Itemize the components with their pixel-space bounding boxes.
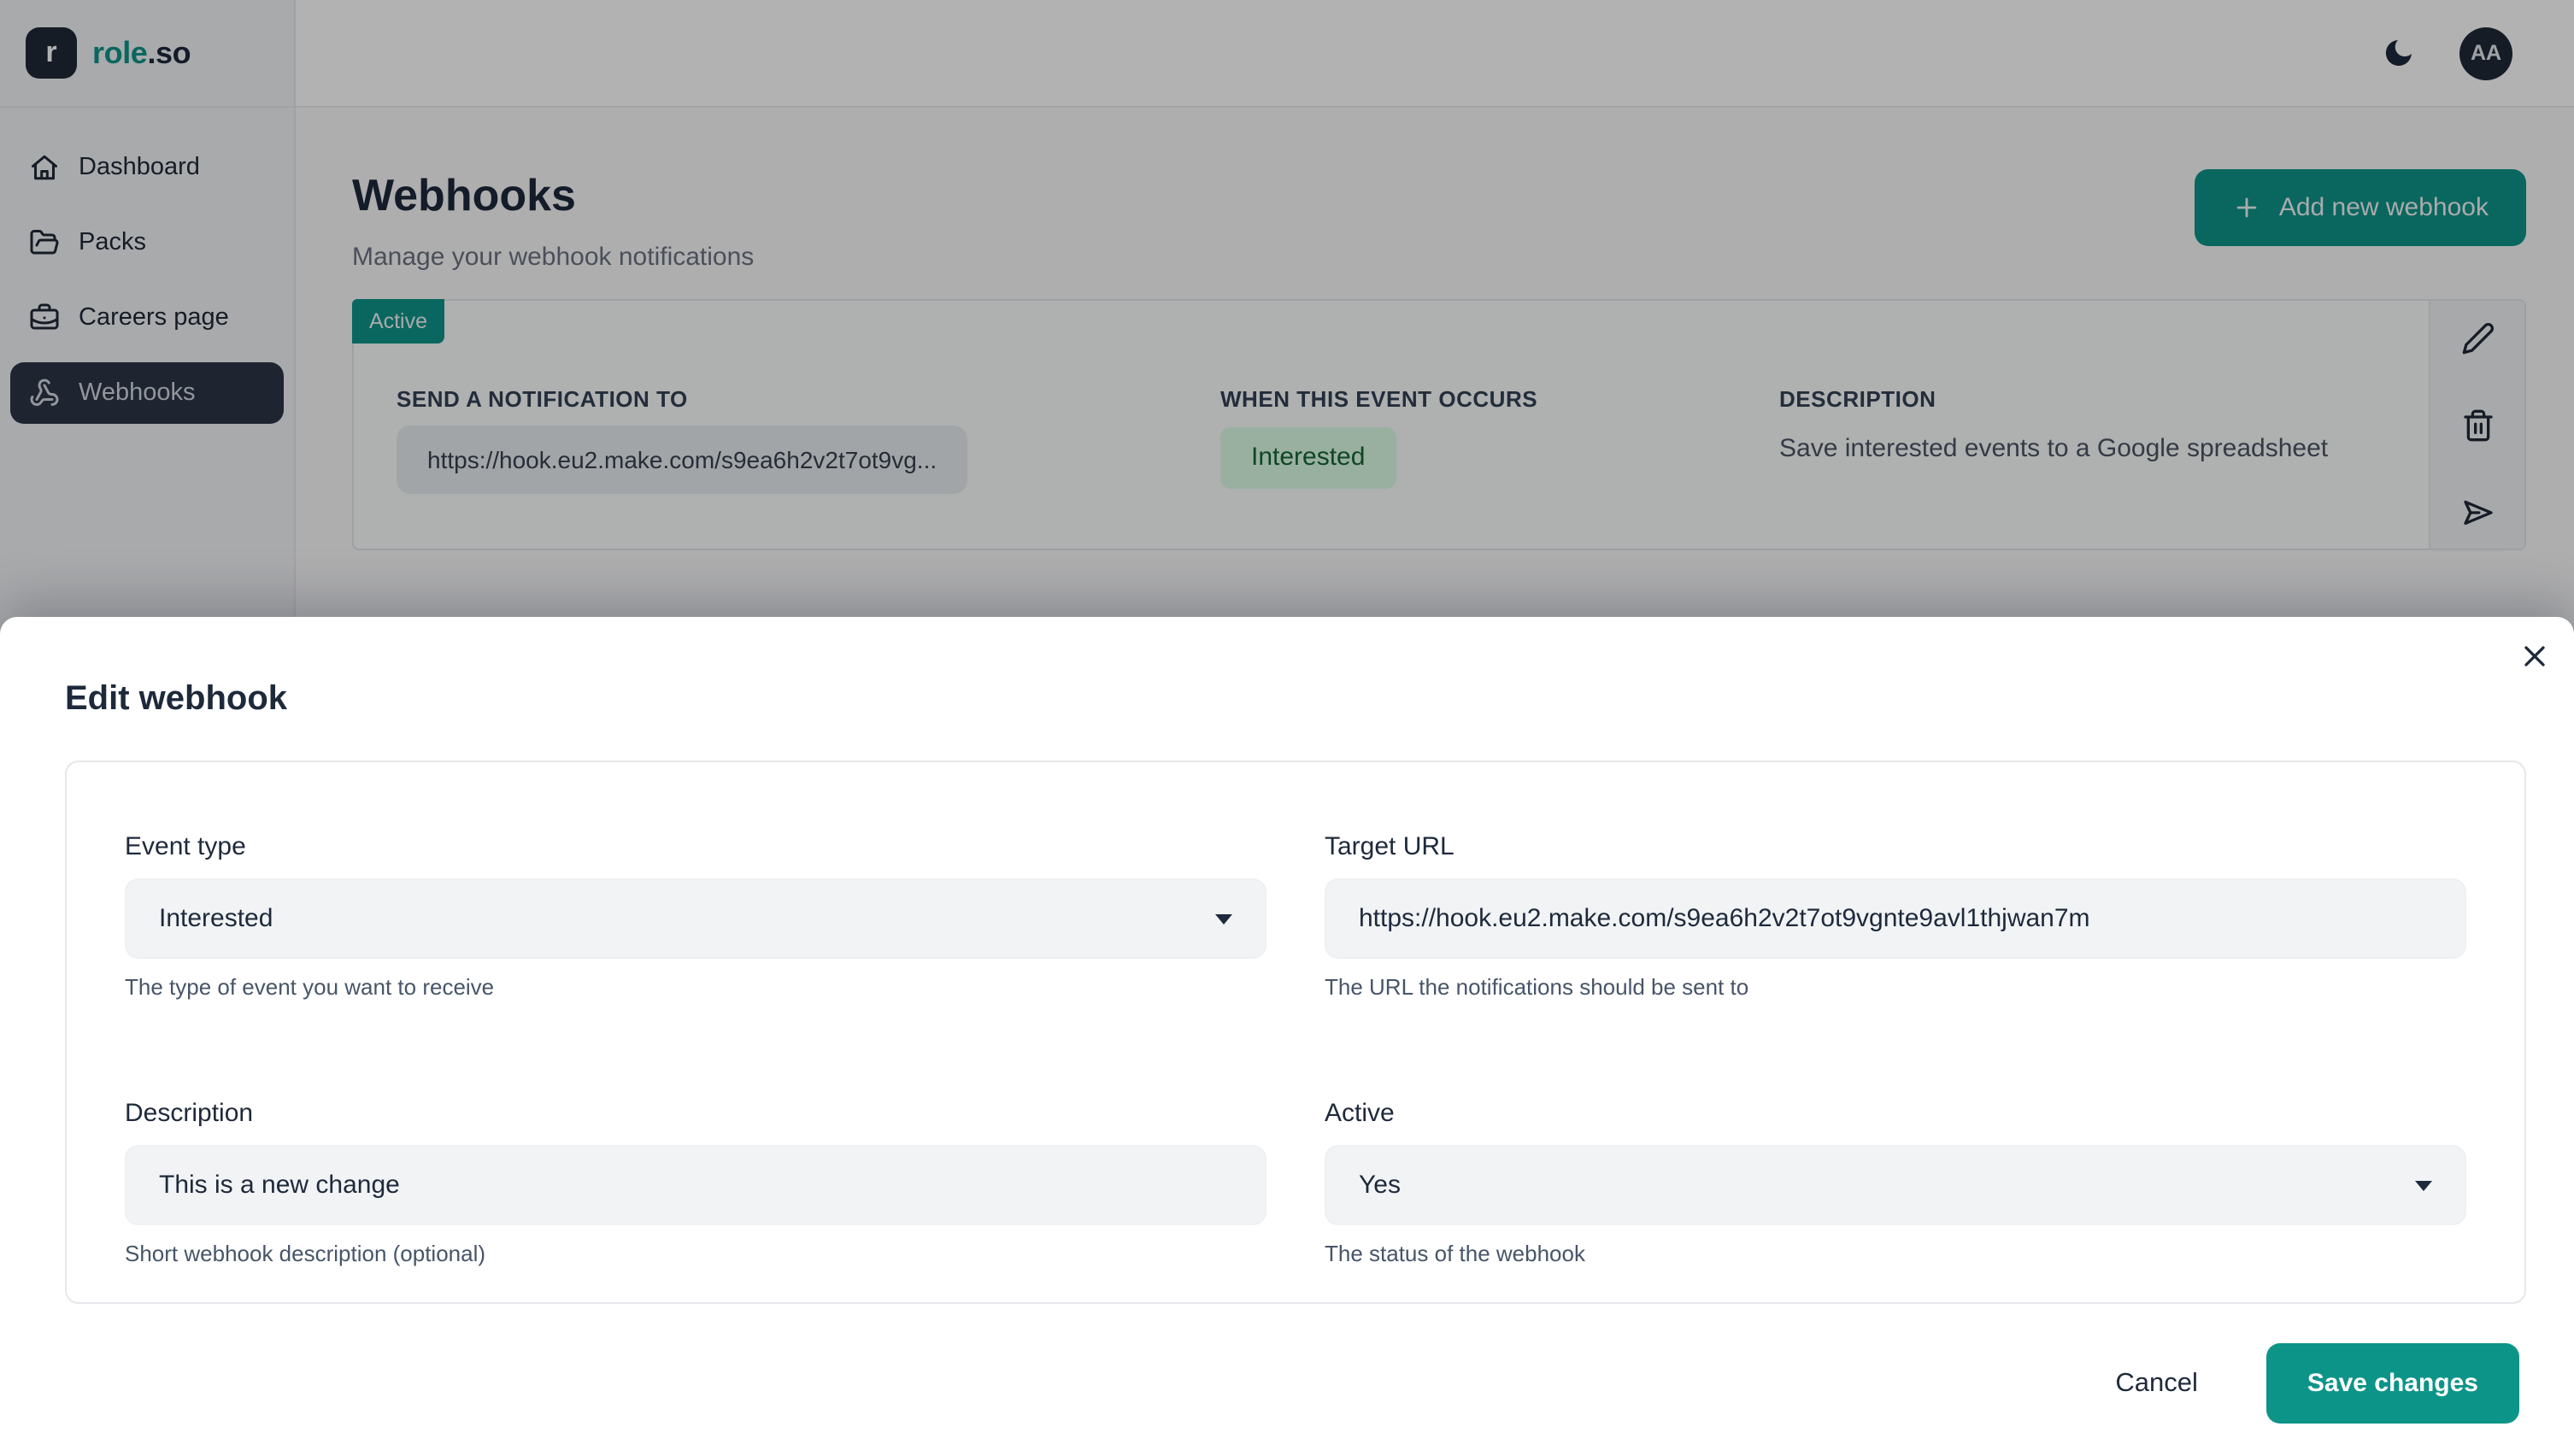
event-type-field-group: Event type Interested The type of event … [125,831,1266,1001]
edit-webhook-modal: Edit webhook Event type Interested The t… [0,617,2574,1456]
active-field-group: Active Yes The status of the webhook [1325,1097,2466,1268]
target-url-helper: The URL the notifications should be sent… [1325,974,2466,1001]
active-select[interactable]: Yes [1325,1145,2466,1225]
active-label: Active [1325,1097,2466,1130]
description-field-group: Description Short webhook description (o… [125,1097,1266,1268]
target-url-label: Target URL [1325,831,2466,863]
close-icon[interactable] [2518,639,2552,673]
description-helper: Short webhook description (optional) [125,1241,1266,1268]
event-type-helper: The type of event you want to receive [125,974,1266,1001]
modal-footer: Cancel Save changes [0,1343,2519,1424]
description-input[interactable] [125,1145,1266,1225]
modal-title: Edit webhook [65,678,2574,721]
edit-webhook-form-panel: Event type Interested The type of event … [65,760,2526,1304]
cancel-button[interactable]: Cancel [2098,1358,2215,1409]
event-type-select[interactable]: Interested [125,878,1266,959]
event-type-label: Event type [125,831,1266,863]
active-helper: The status of the webhook [1325,1241,2466,1268]
event-type-selected-value: Interested [159,904,273,933]
chevron-down-icon [2415,1180,2432,1190]
save-changes-button[interactable]: Save changes [2266,1343,2519,1424]
target-url-input[interactable] [1325,878,2466,959]
active-selected-value: Yes [1359,1171,1401,1200]
app-root: r role.so Dashboard Packs [0,0,2574,1456]
target-url-field-group: Target URL The URL the notifications sho… [1325,831,2466,1001]
chevron-down-icon [1215,913,1232,924]
description-label: Description [125,1097,1266,1130]
